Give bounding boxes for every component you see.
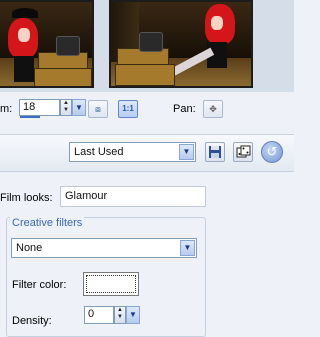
film-looks-label: Film looks: bbox=[0, 192, 53, 204]
spin-up-icon[interactable]: ▲ bbox=[115, 307, 125, 314]
spin-down-icon[interactable]: ▼ bbox=[61, 107, 71, 114]
preview-chest bbox=[115, 64, 175, 86]
pan-label: Pan: bbox=[173, 103, 196, 115]
preset-value: Last Used bbox=[74, 146, 124, 158]
chevron-down-icon[interactable]: ▼ bbox=[179, 144, 194, 160]
actual-size-icon: 1:1 bbox=[122, 104, 134, 113]
preview-figure-dress bbox=[14, 56, 34, 82]
filter-color-label: Filter color: bbox=[12, 279, 67, 291]
save-preset-button[interactable] bbox=[205, 142, 225, 162]
preview-figure-face bbox=[18, 28, 30, 42]
reset-button[interactable]: ↺ bbox=[261, 141, 283, 163]
density-dropdown-button[interactable]: ▼ bbox=[126, 306, 140, 324]
preset-select[interactable]: Last Used ▼ bbox=[69, 142, 196, 162]
spin-down-icon[interactable]: ▼ bbox=[115, 314, 125, 321]
after-preview[interactable] bbox=[109, 0, 253, 88]
fit-window-icon: ⧈ bbox=[95, 104, 101, 114]
fit-window-button[interactable]: ⧈ bbox=[88, 100, 108, 118]
spin-up-icon[interactable]: ▲ bbox=[61, 100, 71, 107]
before-preview[interactable] bbox=[0, 0, 94, 88]
zoom-input[interactable]: 18 bbox=[19, 99, 60, 116]
pan-move-icon: ✥ bbox=[209, 104, 217, 114]
zoom-label: m: bbox=[0, 103, 13, 115]
film-looks-value: Glamour bbox=[65, 190, 108, 202]
density-input[interactable]: 0 bbox=[84, 306, 114, 324]
zoom-stepper[interactable]: ▲ ▼ bbox=[60, 99, 72, 116]
density-stepper[interactable]: ▲ ▼ bbox=[114, 306, 126, 324]
creative-filters-title: Creative filters bbox=[10, 217, 85, 229]
pan-button[interactable]: ✥ bbox=[203, 100, 223, 118]
creative-filter-value: None bbox=[16, 242, 43, 254]
density-label: Density: bbox=[12, 315, 52, 327]
filter-color-focus-rect bbox=[86, 275, 136, 293]
film-looks-select[interactable]: Glamour bbox=[60, 186, 206, 207]
zoom-focus-underline bbox=[20, 116, 40, 118]
zoom-dropdown-button[interactable]: ▼ bbox=[72, 99, 86, 116]
randomize-button[interactable] bbox=[233, 142, 253, 162]
preview-suitcase bbox=[139, 32, 163, 52]
save-disk-icon bbox=[209, 146, 221, 158]
preview-figure-face bbox=[211, 16, 223, 30]
preview-suitcase bbox=[56, 36, 80, 56]
preview-figure-hat bbox=[12, 8, 38, 18]
actual-size-button[interactable]: 1:1 bbox=[118, 100, 138, 118]
reset-icon: ↺ bbox=[266, 144, 278, 159]
preview-chest bbox=[34, 68, 92, 86]
filter-color-swatch[interactable] bbox=[83, 272, 139, 296]
randomize-dice-icon bbox=[236, 145, 250, 158]
chevron-down-icon[interactable]: ▼ bbox=[180, 240, 195, 256]
creative-filter-select[interactable]: None ▼ bbox=[11, 238, 197, 258]
